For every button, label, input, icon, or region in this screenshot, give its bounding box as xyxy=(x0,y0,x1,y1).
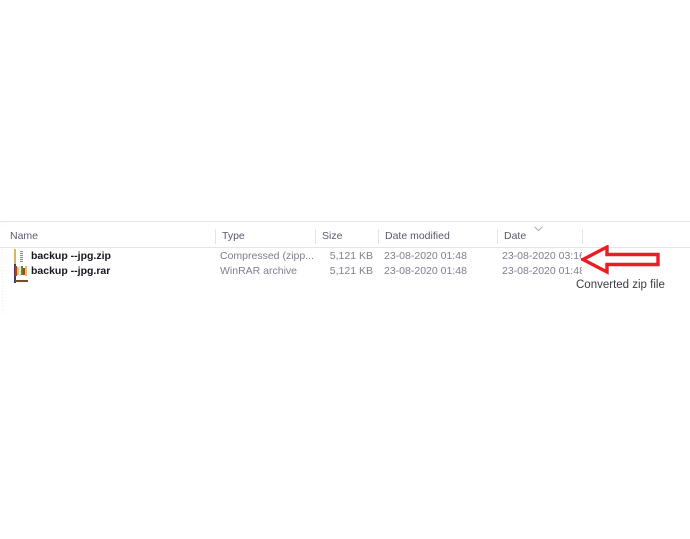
column-header-date-modified[interactable]: Date modified xyxy=(378,226,497,247)
column-header-size[interactable]: Size xyxy=(315,226,378,247)
file-size: 5,121 KB xyxy=(329,250,373,262)
file-name[interactable]: backup --jpg.zip xyxy=(31,249,215,264)
file-date: 23-08-2020 03:16 xyxy=(502,250,582,262)
annotation-group: Converted zip file xyxy=(576,243,690,298)
zip-file-icon xyxy=(14,249,27,268)
file-size: 5,121 KB xyxy=(329,265,373,277)
file-date-modified: 23-08-2020 01:48 xyxy=(384,265,467,277)
column-header-name[interactable]: Name xyxy=(10,226,215,247)
file-date-modified: 23-08-2020 01:48 xyxy=(384,250,467,262)
column-divider[interactable] xyxy=(582,229,583,244)
left-arrow-annotation-icon xyxy=(581,245,661,275)
file-name[interactable]: backup --jpg.rar xyxy=(31,264,215,279)
file-type: Compressed (zipp... xyxy=(220,250,314,262)
annotation-label: Converted zip file xyxy=(576,279,665,291)
chevron-down-icon xyxy=(534,226,543,232)
winrar-file-icon xyxy=(14,264,28,283)
file-date: 23-08-2020 01:48 xyxy=(502,265,582,277)
panel-top-divider xyxy=(0,221,690,222)
file-type: WinRAR archive xyxy=(220,265,298,277)
column-header-type[interactable]: Type xyxy=(215,226,315,247)
